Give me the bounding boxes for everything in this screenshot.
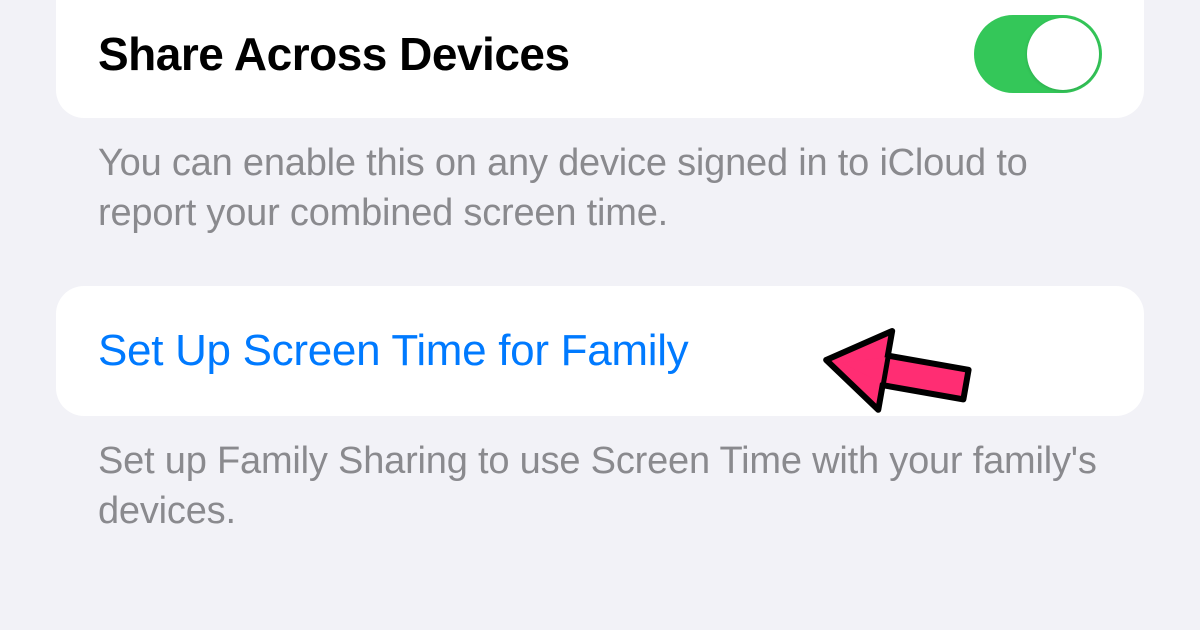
- share-across-devices-footer: You can enable this on any device signed…: [56, 118, 1144, 238]
- settings-list: Share Across Devices You can enable this…: [0, 0, 1200, 537]
- set-up-family-row[interactable]: Set Up Screen Time for Family: [56, 286, 1144, 416]
- set-up-family-link[interactable]: Set Up Screen Time for Family: [98, 326, 688, 376]
- toggle-knob: [1027, 18, 1099, 90]
- share-across-devices-toggle[interactable]: [974, 15, 1102, 93]
- share-across-devices-row[interactable]: Share Across Devices: [56, 0, 1144, 118]
- set-up-family-footer: Set up Family Sharing to use Screen Time…: [56, 416, 1144, 536]
- share-across-devices-label: Share Across Devices: [98, 27, 570, 81]
